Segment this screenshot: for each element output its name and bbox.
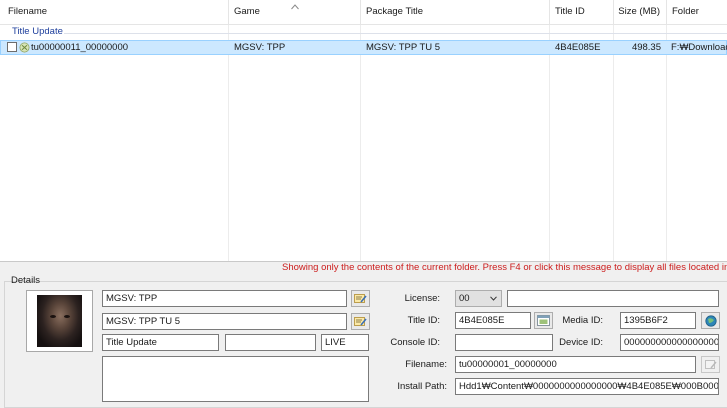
license-label: License: — [404, 293, 440, 304]
edit-text-icon — [354, 294, 367, 303]
artwork-detail — [50, 315, 56, 318]
live-field[interactable]: LIVE — [321, 334, 369, 351]
install-path-field[interactable]: Hdd1₩Content₩0000000000000000₩4B4E085E₩0… — [455, 378, 719, 395]
status-message[interactable]: Showing only the contents of the current… — [282, 262, 727, 275]
list-header: Filename Game Package Title Title ID Siz… — [0, 0, 727, 25]
license-select-value: 00 — [459, 293, 470, 304]
sort-ascending-icon — [291, 4, 299, 10]
console-id-label: Console ID: — [390, 337, 440, 348]
game-artwork-image — [37, 295, 82, 347]
column-header-folder[interactable]: Folder — [666, 0, 727, 25]
cell-title-id: 4B4E085E — [555, 42, 601, 53]
row-checkbox[interactable] — [7, 42, 17, 52]
column-divider — [613, 25, 614, 261]
media-id-field[interactable]: 1395B6F2 — [620, 312, 696, 329]
globe-icon — [704, 314, 717, 327]
column-divider — [360, 25, 361, 261]
package-file-icon — [19, 42, 30, 53]
package-title-field[interactable]: MGSV: TPP TU 5 — [102, 313, 347, 330]
details-label: Details — [11, 275, 41, 286]
cell-folder: F:₩Downloads — [671, 42, 727, 53]
game-name-field[interactable]: MGSV: TPP — [102, 290, 347, 307]
title-id-field[interactable]: 4B4E085E — [455, 312, 531, 329]
column-header-size[interactable]: Size (MB) — [613, 0, 666, 25]
game-thumbnail — [26, 290, 93, 352]
extra-info-field[interactable] — [225, 334, 316, 351]
group-divider — [64, 33, 727, 34]
filename-label: Filename: — [405, 359, 447, 370]
device-id-label: Device ID: — [559, 337, 603, 348]
edit-game-name-button[interactable] — [351, 290, 370, 307]
column-header-filename[interactable]: Filename — [3, 0, 228, 25]
license-extra-field[interactable] — [507, 290, 719, 307]
filename-action-button[interactable] — [701, 356, 720, 373]
column-header-package-title[interactable]: Package Title — [360, 0, 549, 25]
license-select[interactable]: 00 — [455, 290, 502, 307]
rename-icon — [704, 359, 717, 369]
edit-package-title-button[interactable] — [351, 313, 370, 330]
list-group-header[interactable]: Title Update — [0, 25, 727, 39]
column-divider — [228, 25, 229, 261]
artwork-detail — [64, 315, 70, 318]
file-list[interactable]: Filename Game Package Title Title ID Siz… — [0, 0, 727, 262]
content-type-field[interactable]: Title Update — [102, 334, 219, 351]
group-label: Title Update — [12, 26, 63, 37]
table-row[interactable]: tu00000011_00000000 MGSV: TPP MGSV: TPP … — [0, 40, 727, 55]
device-id-field[interactable]: 0000000000000000000 — [620, 334, 719, 351]
cell-package-title: MGSV: TPP TU 5 — [366, 42, 441, 53]
column-divider — [549, 25, 550, 261]
cell-game: MGSV: TPP — [234, 42, 286, 53]
title-id-label: Title ID: — [407, 315, 440, 326]
media-id-lookup-button[interactable] — [701, 312, 720, 329]
console-id-field[interactable] — [455, 334, 553, 351]
filename-field[interactable]: tu00000001_00000000 — [455, 356, 696, 373]
cell-size: 498.35 — [631, 42, 661, 53]
title-id-lookup-button[interactable] — [534, 312, 553, 329]
column-header-title-id[interactable]: Title ID — [549, 0, 613, 25]
cell-filename: tu00000011_00000000 — [31, 42, 129, 53]
media-id-label: Media ID: — [562, 315, 603, 326]
browser-window-icon — [537, 315, 550, 326]
edit-text-icon — [354, 317, 367, 326]
description-field[interactable] — [102, 356, 369, 402]
column-divider — [666, 25, 667, 261]
chevron-down-icon — [490, 296, 497, 301]
install-path-label: Install Path: — [397, 381, 447, 392]
